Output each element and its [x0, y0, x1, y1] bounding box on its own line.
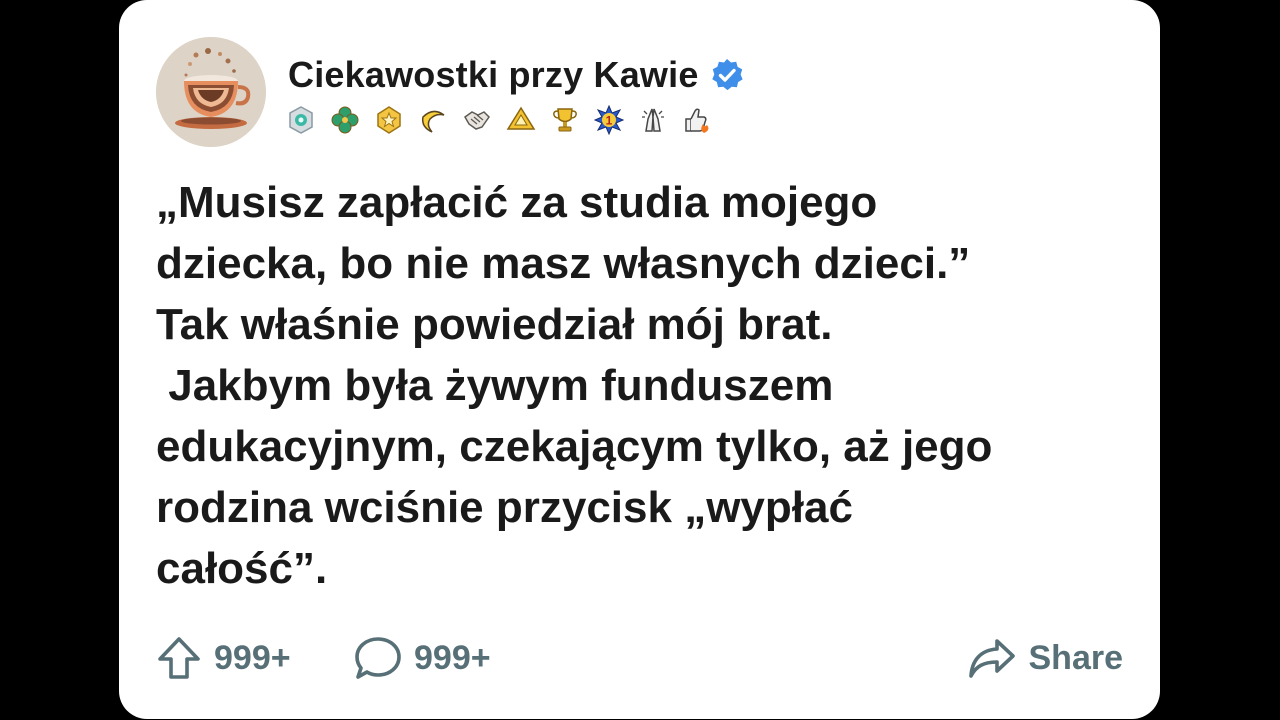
badges-row: 1 [286, 105, 726, 135]
share-arrow-icon [968, 639, 1015, 678]
diamond-badge-icon [289, 106, 313, 134]
banana-badge-icon [421, 110, 445, 133]
post-body-line: Tak właśnie powiedział mój brat. [156, 300, 833, 349]
post-actions: 999+ 999+ Share [156, 630, 1123, 686]
praying-hands-badge-icon [642, 108, 664, 132]
verified-badge-icon [711, 59, 743, 91]
author-name[interactable]: Ciekawostki przy Kawie [288, 54, 699, 96]
upvote-button[interactable]: 999+ [156, 630, 291, 686]
thumbs-up-fire-badge-icon [685, 108, 709, 133]
post-body-line: Jakbym była żywym funduszem [156, 361, 834, 410]
comments-button[interactable]: 999+ [354, 630, 491, 686]
star-badge-icon [377, 106, 401, 134]
coffee-cup-icon [156, 37, 266, 147]
post-body-line: edukacyjnym, czekającym tylko, aż jego [156, 422, 993, 471]
post-body: „Musisz zapłacić za studia mojego dzieck… [156, 172, 1136, 599]
post-body-line: całość”. [156, 544, 328, 593]
share-button[interactable]: Share [967, 630, 1124, 686]
post-body-line: rodzina wciśnie przycisk „wypłać [156, 483, 853, 532]
author-avatar[interactable] [156, 37, 266, 147]
post-header: Ciekawostki przy Kawie 1 [156, 37, 1136, 149]
pyramid-badge-icon [506, 106, 536, 130]
svg-text:1: 1 [606, 114, 613, 128]
clover-badge-icon [331, 106, 359, 134]
trophy-badge-icon [553, 108, 577, 132]
number-one-badge-icon: 1 [594, 105, 624, 135]
post-card: Ciekawostki przy Kawie 1 „Musisz zapłaci… [119, 0, 1160, 719]
author-name-row: Ciekawostki przy Kawie [288, 54, 745, 96]
share-label: Share [1028, 638, 1124, 677]
post-body-line: dziecka, bo nie masz własnych dzieci.” [156, 239, 971, 288]
upvote-count: 999+ [214, 638, 291, 677]
comment-bubble-icon [355, 637, 401, 679]
post-body-line: „Musisz zapłacić za studia mojego [156, 178, 878, 227]
upvote-arrow-icon [158, 637, 200, 679]
comment-count: 999+ [414, 638, 491, 677]
handshake-badge-icon [464, 111, 490, 130]
